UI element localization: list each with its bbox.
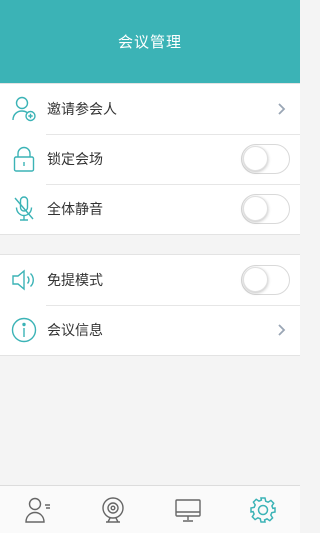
add-user-icon bbox=[11, 95, 37, 123]
mute-mic-icon bbox=[11, 195, 37, 223]
invite-participants-row[interactable]: 邀请参会人 bbox=[0, 84, 300, 134]
camera-icon bbox=[101, 496, 124, 523]
tab-participants[interactable] bbox=[0, 486, 75, 533]
page-title: 会议管理 bbox=[117, 33, 182, 51]
handsfree-label: 免提模式 bbox=[47, 273, 103, 289]
speaker-icon bbox=[11, 266, 37, 294]
settings-group-1: 邀请参会人 锁定会场 全体静音 bbox=[0, 83, 300, 235]
mute-all-row: 全体静音 bbox=[0, 184, 300, 234]
lock-venue-toggle[interactable] bbox=[241, 144, 290, 174]
lock-icon bbox=[11, 145, 37, 173]
monitor-icon bbox=[174, 498, 201, 522]
meeting-info-row[interactable]: 会议信息 bbox=[0, 305, 300, 355]
handsfree-row: 免提模式 bbox=[0, 255, 300, 305]
toggle-knob bbox=[243, 267, 268, 292]
settings-group-2: 免提模式 会议信息 bbox=[0, 254, 300, 356]
chevron-right-icon bbox=[277, 102, 287, 116]
info-icon bbox=[11, 316, 37, 344]
mute-all-toggle[interactable] bbox=[241, 194, 290, 224]
lock-venue-row: 锁定会场 bbox=[0, 134, 300, 184]
toggle-knob bbox=[243, 196, 268, 221]
tab-camera[interactable] bbox=[75, 486, 150, 533]
tab-settings[interactable] bbox=[225, 486, 300, 533]
invite-participants-label: 邀请参会人 bbox=[47, 102, 117, 118]
header-bar: 会议管理 bbox=[0, 0, 300, 83]
toggle-knob bbox=[243, 146, 268, 171]
chevron-right-icon bbox=[277, 323, 287, 337]
handsfree-toggle[interactable] bbox=[241, 265, 290, 295]
meeting-info-label: 会议信息 bbox=[47, 323, 103, 339]
tab-screen[interactable] bbox=[150, 486, 225, 533]
participants-icon bbox=[24, 497, 50, 523]
mute-all-label: 全体静音 bbox=[47, 202, 103, 218]
lock-venue-label: 锁定会场 bbox=[47, 152, 103, 168]
settings-icon bbox=[249, 496, 276, 523]
bottom-tab-bar bbox=[0, 485, 300, 533]
